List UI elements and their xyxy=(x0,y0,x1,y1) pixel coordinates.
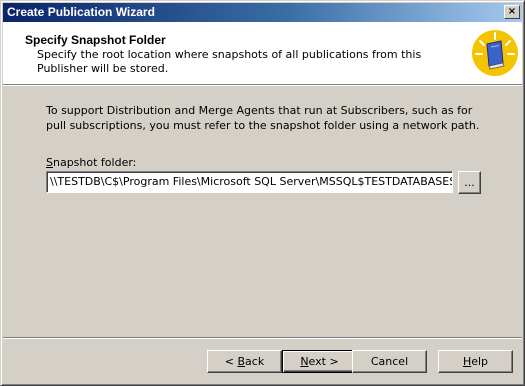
next-button[interactable]: Next > xyxy=(282,350,357,373)
close-icon[interactable]: × xyxy=(504,5,520,19)
help-button-label: elp xyxy=(471,355,489,368)
back-button-prefix: < xyxy=(224,355,238,368)
wizard-window: Create Publication Wizard × Specify Snap… xyxy=(0,0,525,386)
footer-divider xyxy=(3,337,522,339)
back-button-accel: B xyxy=(237,355,246,368)
cancel-button[interactable]: Cancel xyxy=(352,350,427,373)
back-button-label: ack xyxy=(245,355,265,368)
snapshot-folder-label: Snapshot folder: xyxy=(46,156,136,169)
next-button-accel: N xyxy=(300,355,309,368)
wizard-header: Specify Snapshot Folder Specify the root… xyxy=(3,22,522,84)
snapshot-label-text: napshot folder: xyxy=(52,156,137,169)
help-button-accel: H xyxy=(462,355,472,368)
page-title: Specify Snapshot Folder xyxy=(25,33,166,47)
wizard-book-icon xyxy=(472,30,518,76)
help-button[interactable]: Help xyxy=(438,350,513,373)
snapshot-folder-input[interactable]: \\TESTDB\C$\Program Files\Microsoft SQL … xyxy=(46,171,453,193)
snapshot-label-accel: S xyxy=(46,156,53,169)
header-divider xyxy=(3,84,522,86)
back-button[interactable]: < Back xyxy=(207,350,282,373)
browse-button[interactable]: ... xyxy=(458,171,481,194)
title-bar[interactable]: Create Publication Wizard × xyxy=(3,3,522,22)
page-description: Specify the root location where snapshot… xyxy=(37,48,422,75)
window-title: Create Publication Wizard xyxy=(7,5,155,19)
intro-text: To support Distribution and Merge Agents… xyxy=(46,104,480,132)
next-button-label: ext > xyxy=(308,355,339,368)
